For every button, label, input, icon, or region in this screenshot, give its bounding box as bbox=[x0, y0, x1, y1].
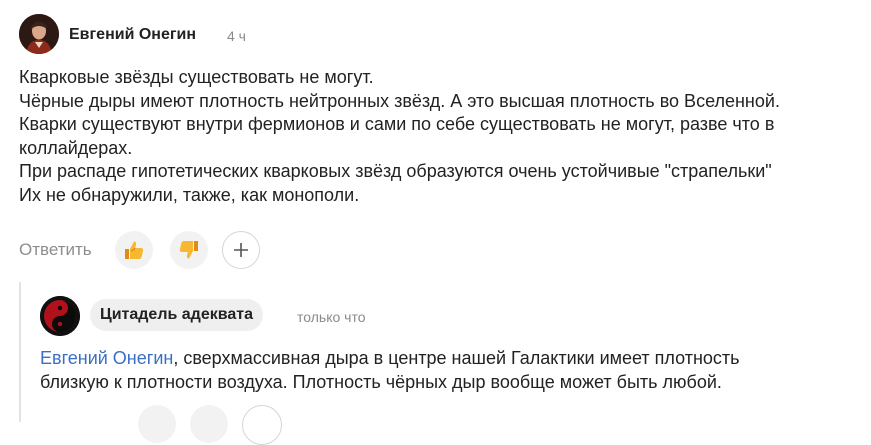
comment-text: Евгений Онегин, сверхмассивная дыра в це… bbox=[40, 347, 860, 394]
author-name[interactable]: Цитадель адеквата bbox=[90, 299, 263, 331]
reply-button[interactable]: Ответить bbox=[19, 240, 92, 260]
avatar[interactable] bbox=[40, 296, 80, 336]
comment-line-text: , сверхмассивная дыра в центре нашей Гал… bbox=[173, 348, 740, 368]
thread-line bbox=[19, 282, 21, 422]
mention-link[interactable]: Евгений Онегин bbox=[40, 348, 173, 368]
thumbs-up-icon bbox=[122, 238, 146, 262]
plus-icon bbox=[232, 241, 250, 259]
comment-line: Евгений Онегин, сверхмассивная дыра в це… bbox=[40, 347, 860, 371]
add-reaction-button[interactable] bbox=[242, 405, 282, 445]
avatar[interactable] bbox=[19, 14, 59, 54]
dislike-button[interactable] bbox=[170, 231, 208, 269]
comment-actions: Ответить bbox=[19, 231, 319, 269]
comment-line: Их не обнаружили, также, как монополи. bbox=[19, 184, 360, 205]
comment-line: При распаде гипотетических кварковых звё… bbox=[19, 161, 772, 181]
timestamp: только что bbox=[297, 309, 366, 325]
timestamp: 4 ч bbox=[227, 28, 246, 44]
comment-line: близкую к плотности воздуха. Плотность ч… bbox=[40, 371, 722, 392]
comment-text: Кварковые звёзды существовать не могут. … bbox=[19, 66, 869, 207]
like-button[interactable] bbox=[115, 231, 153, 269]
thumbs-down-icon bbox=[177, 238, 201, 262]
comment-line: Кварки существуют внутри фермионов и сам… bbox=[19, 114, 775, 134]
comment-line: коллайдерах. bbox=[19, 137, 133, 158]
author-name[interactable]: Евгений Онегин bbox=[69, 26, 196, 44]
comment-line: Чёрные дыры имеют плотность нейтронных з… bbox=[19, 90, 780, 111]
comment-line: Кварковые звёзды существовать не могут. bbox=[19, 67, 374, 87]
add-reaction-button[interactable] bbox=[222, 231, 260, 269]
